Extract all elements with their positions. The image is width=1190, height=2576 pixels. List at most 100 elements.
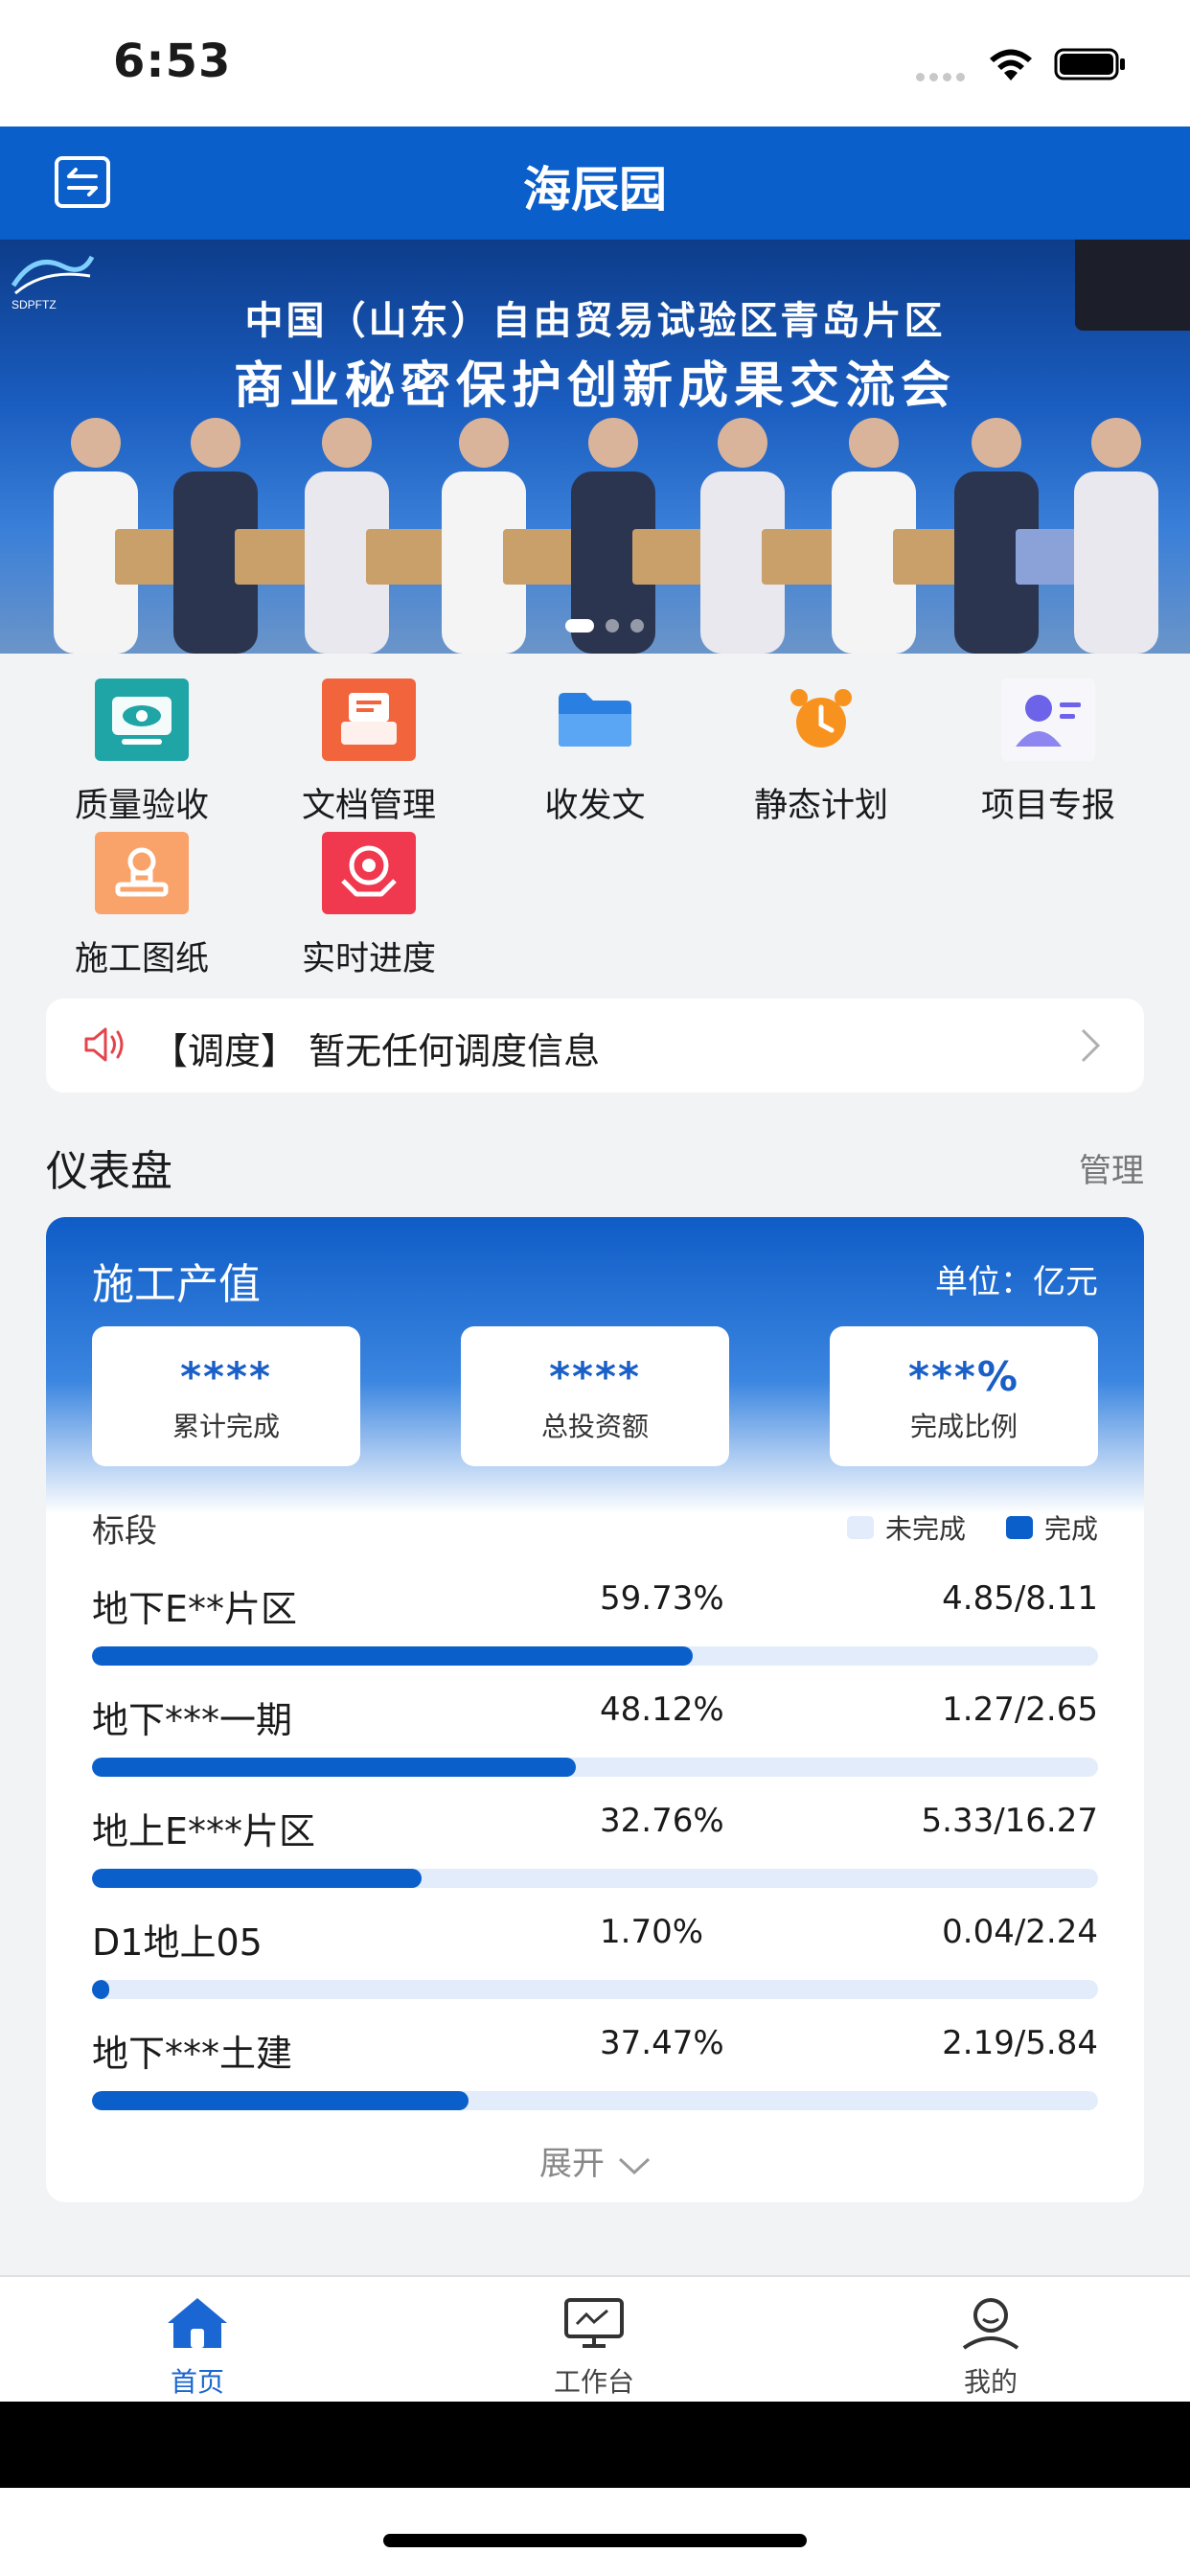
stat-label: 总投资额 [540, 1411, 649, 1442]
progress-track [92, 1646, 1098, 1666]
progress-track [92, 1980, 1098, 1999]
user-report-icon [1001, 678, 1095, 761]
card-title: 施工产值 [92, 1260, 261, 1309]
construction-output-card: 施工产值 单位：亿元 **** 累计完成 **** 总投资额 ***% 完成比例… [46, 1217, 1144, 2202]
pager-dot[interactable] [565, 619, 594, 632]
home-icon [168, 2298, 227, 2348]
bottom-tab-bar: 首页 工作台 我的 [0, 2275, 1190, 2402]
stat-total-investment: **** 总投资额 [461, 1326, 729, 1466]
progress-fill [92, 1646, 694, 1666]
shortcut-user-report[interactable]: 项目专报 [935, 678, 1161, 827]
stat-cumulative: **** 累计完成 [92, 1326, 360, 1466]
battery-icon [1054, 48, 1125, 80]
tab-label: 我的 [963, 2366, 1018, 2398]
segment-percent: 48.12% [600, 1690, 724, 1729]
page-title: 海辰园 [523, 162, 667, 218]
status-time: 6:53 [113, 34, 232, 88]
document-stack-icon [322, 678, 416, 761]
shortcut-label: 项目专报 [980, 787, 1115, 825]
progress-fill [92, 1869, 422, 1888]
segment-row[interactable]: 地下***一期 48.12% 1.27/2.65 [92, 1690, 1098, 1796]
segment-ratio: 2.19/5.84 [942, 2024, 1098, 2062]
stamp-icon [95, 832, 189, 914]
tab-label: 首页 [170, 2366, 224, 2398]
segment-name: 地下***土建 [92, 2033, 293, 2075]
folder-icon [548, 678, 642, 761]
progress-fill [92, 1980, 109, 1999]
legend-label-complete: 完成 [1043, 1513, 1098, 1545]
segment-row[interactable]: 地下E**片区 59.73% 4.85/8.11 [92, 1579, 1098, 1685]
tab-label: 工作台 [553, 2366, 634, 2398]
shortcut-label: 实时进度 [301, 940, 436, 978]
segment-label: 标段 [92, 1512, 157, 1551]
dispatch-notice[interactable]: 【调度】 暂无任何调度信息 [46, 999, 1144, 1092]
tab-profile[interactable]: 我的 [895, 2294, 1087, 2400]
shortcut-alarm-clock[interactable]: 静态计划 [708, 678, 934, 827]
progress-fill [92, 1758, 577, 1777]
stat-completion-ratio: ***% 完成比例 [830, 1326, 1098, 1466]
progress-track [92, 1758, 1098, 1777]
stat-value: ***% [908, 1353, 1019, 1400]
expand-label: 展开 [539, 2145, 605, 2183]
progress-legend: 未完成 完成 [846, 1508, 1098, 1547]
shortcut-label: 施工图纸 [74, 940, 209, 978]
segment-header: 标段 未完成 完成 [92, 1505, 1098, 1552]
profile-icon [962, 2298, 1019, 2350]
banner-pager [565, 619, 644, 632]
pager-dot[interactable] [630, 619, 644, 632]
status-bar: 6:53 [0, 0, 1190, 126]
expand-button[interactable]: 展开 [46, 2137, 1144, 2184]
home-indicator-area [0, 2488, 1190, 2576]
progress-fill [92, 2091, 469, 2110]
target-hand-icon [322, 832, 416, 914]
shortcut-target-hand[interactable]: 实时进度 [256, 832, 482, 980]
speaker-icon [84, 1027, 124, 1062]
shortcut-eye-monitor[interactable]: 质量验收 [29, 678, 255, 827]
nav-bar: 海辰园 [0, 126, 1190, 240]
tab-workbench[interactable]: 工作台 [498, 2294, 690, 2400]
banner-headline-1: 中国（山东）自由贸易试验区青岛片区 [244, 299, 946, 343]
segment-name: D1地上05 [92, 1921, 263, 1964]
tab-home[interactable]: 首页 [102, 2294, 293, 2400]
segment-ratio: 0.04/2.24 [942, 1913, 1098, 1951]
progress-track [92, 2091, 1098, 2110]
eye-monitor-icon [95, 678, 189, 761]
stat-label: 累计完成 [172, 1411, 280, 1442]
dashboard-manage-link[interactable]: 管理 [1079, 1144, 1144, 1191]
segment-name: 地上E***片区 [92, 1810, 316, 1852]
card-unit: 单位：亿元 [935, 1263, 1098, 1301]
signal-icon [916, 73, 965, 81]
banner-carousel[interactable]: SDPFTZ 中国（山东）自由贸易试验区青岛片区 商业秘密保护创新成果交流会 [0, 240, 1190, 654]
shortcut-label: 文档管理 [301, 787, 436, 825]
segment-row[interactable]: 地上E***片区 32.76% 5.33/16.27 [92, 1802, 1098, 1907]
pager-dot[interactable] [606, 619, 619, 632]
banner-photo-group [54, 418, 1158, 654]
segment-ratio: 4.85/8.11 [942, 1579, 1098, 1618]
shortcut-label: 质量验收 [74, 787, 209, 825]
segment-ratio: 1.27/2.65 [942, 1690, 1098, 1729]
segment-row[interactable]: 地下***土建 37.47% 2.19/5.84 [92, 2024, 1098, 2129]
shortcut-label: 收发文 [544, 787, 646, 825]
segment-percent: 32.76% [600, 1802, 724, 1840]
chevron-right-icon [1081, 1028, 1101, 1063]
segment-name: 地下E**片区 [92, 1588, 298, 1630]
segment-percent: 1.70% [600, 1913, 704, 1951]
notice-text: 【调度】 暂无任何调度信息 [151, 1030, 601, 1072]
wifi-icon [990, 49, 1032, 80]
shortcut-stamp[interactable]: 施工图纸 [29, 832, 255, 980]
segment-percent: 37.47% [600, 2024, 724, 2062]
legend-swatch-complete [1005, 1516, 1033, 1539]
stat-label: 完成比例 [909, 1411, 1018, 1442]
segment-percent: 59.73% [600, 1579, 724, 1618]
segment-row[interactable]: D1地上05 1.70% 0.04/2.24 [92, 1913, 1098, 2018]
shortcut-document-stack[interactable]: 文档管理 [256, 678, 482, 827]
stat-value: **** [180, 1353, 272, 1400]
chevron-down-icon [618, 2157, 651, 2174]
shortcut-folder[interactable]: 收发文 [482, 678, 708, 827]
home-indicator [383, 2534, 807, 2547]
shortcut-label: 静态计划 [753, 787, 888, 825]
monitor-icon [564, 2298, 624, 2348]
alarm-clock-icon [774, 678, 868, 761]
segment-ratio: 5.33/16.27 [921, 1802, 1099, 1840]
progress-track [92, 1869, 1098, 1888]
